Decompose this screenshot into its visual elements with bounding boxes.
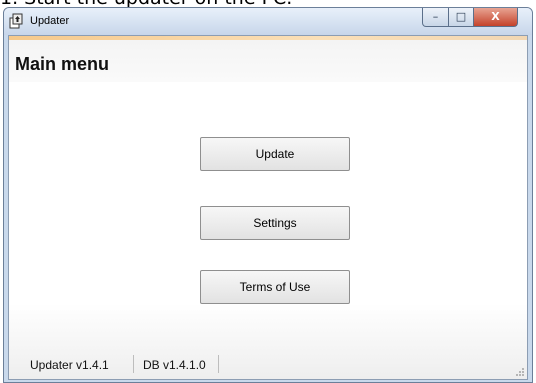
terms-of-use-button[interactable]: Terms of Use xyxy=(200,270,350,304)
resize-grip-icon[interactable] xyxy=(515,367,525,377)
maximize-icon: □ xyxy=(455,10,467,23)
update-button[interactable]: Update xyxy=(200,137,350,171)
updater-window: Updater – □ X Main menu Update Settings … xyxy=(3,7,533,383)
window-title: Updater xyxy=(30,15,70,27)
close-icon: X xyxy=(491,10,500,23)
page-title: Main menu xyxy=(15,54,110,74)
db-version-label: DB v1.4.1.0 xyxy=(143,358,206,372)
close-button[interactable]: X xyxy=(473,8,518,27)
client-area: Main menu Update Settings Terms of Use U… xyxy=(8,35,528,380)
minimize-icon: – xyxy=(432,10,439,23)
app-version-label: Updater v1.4.1 xyxy=(30,358,109,372)
updater-app-icon xyxy=(9,13,23,29)
status-bar: Updater v1.4.1 DB v1.4.1.0 xyxy=(9,349,527,379)
title-bar[interactable]: Updater – □ X xyxy=(4,8,532,35)
header-panel: Main menu xyxy=(9,40,527,82)
settings-button[interactable]: Settings xyxy=(200,206,350,240)
status-separator xyxy=(218,355,219,373)
status-separator xyxy=(133,355,134,373)
maximize-button[interactable]: □ xyxy=(448,8,474,27)
minimize-button[interactable]: – xyxy=(422,8,449,27)
